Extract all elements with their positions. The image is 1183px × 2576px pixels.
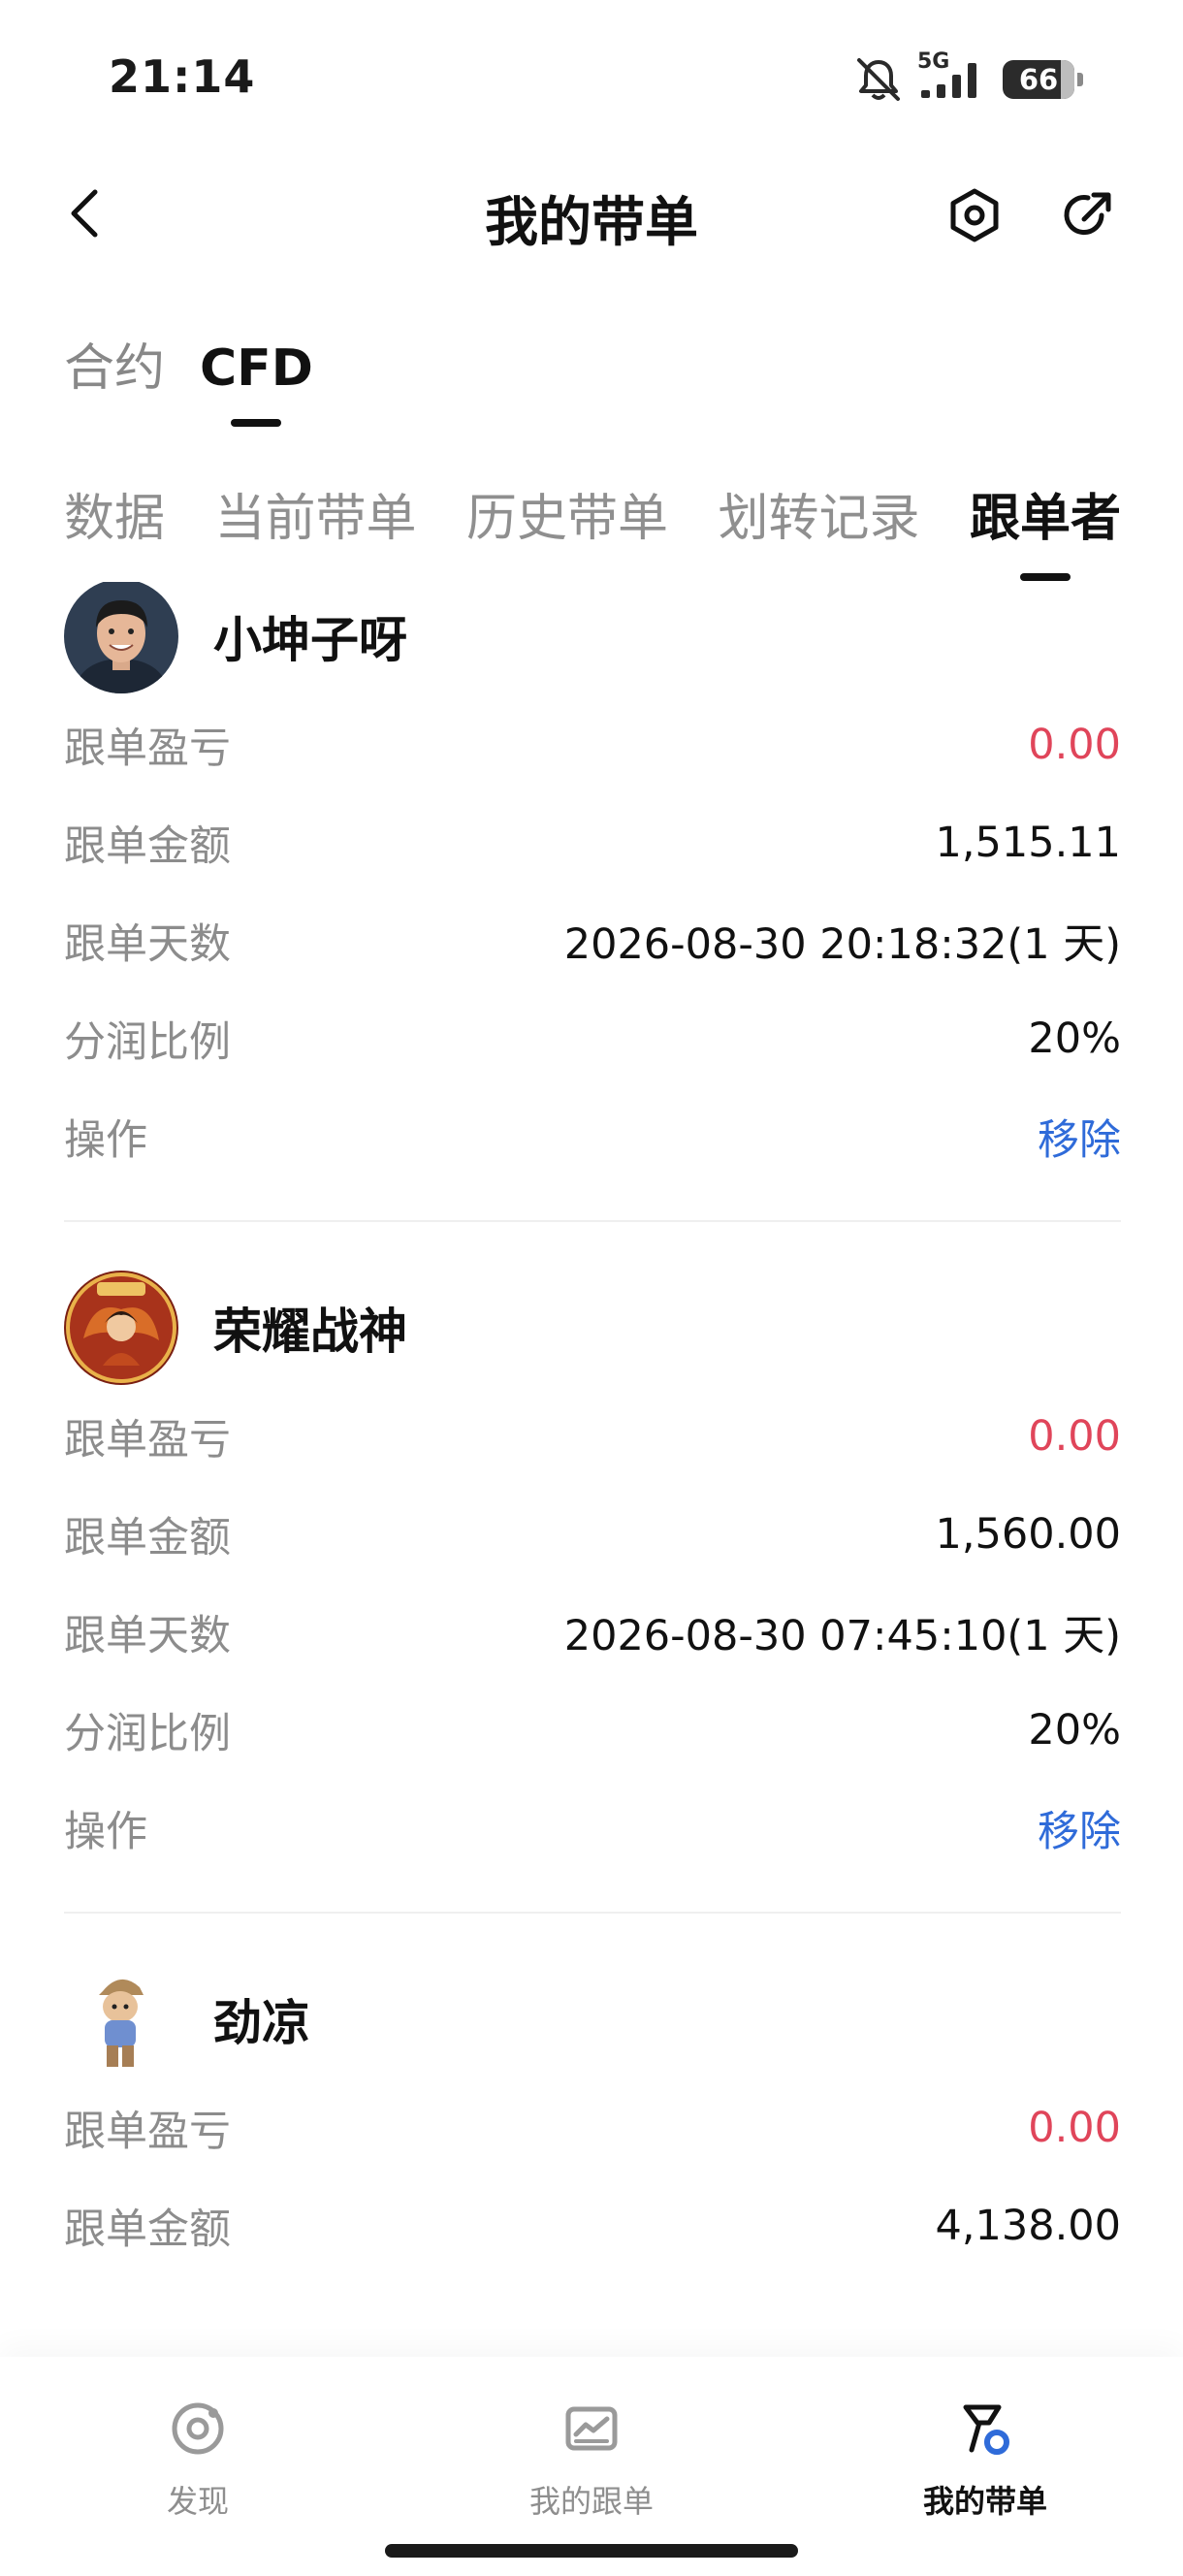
status-icons: 5G 66: [853, 49, 1083, 109]
info-row-action: 操作 移除: [64, 1087, 1121, 1185]
battery-indicator: 66: [1003, 60, 1083, 99]
nav-discover[interactable]: 发现: [81, 2399, 314, 2522]
avatar: [64, 1271, 178, 1385]
tab-data[interactable]: 数据: [64, 480, 165, 587]
follow-amount-value: 4,138.00: [935, 2201, 1121, 2250]
product-tabs: 合约 CFD: [64, 330, 313, 446]
tab-contract[interactable]: 合约: [64, 330, 165, 427]
info-row-pnl: 跟单盈亏 0.00: [64, 1387, 1121, 1485]
info-row-days: 跟单天数 2026-08-30 07:45:10(1 天): [64, 1583, 1121, 1681]
info-row-amount: 跟单金额 1,560.00: [64, 1485, 1121, 1583]
lead-trader-icon: [963, 2404, 1009, 2455]
avatar: [64, 582, 178, 693]
row-label: 跟单金额: [64, 2205, 231, 2254]
follower-list[interactable]: 小坤子呀 跟单盈亏 0.00 跟单金额 1,515.11 跟单天数 2026-0…: [64, 582, 1121, 2357]
battery-level: 66: [1018, 63, 1059, 96]
row-label: 跟单金额: [64, 821, 231, 871]
home-indicator[interactable]: [385, 2544, 798, 2558]
follower-card: 小坤子呀 跟单盈亏 0.00 跟单金额 1,515.11 跟单天数 2026-0…: [64, 582, 1121, 1222]
follow-pnl-value: 0.00: [1028, 720, 1121, 769]
follow-days-value: 2026-08-30 20:18:32(1 天): [563, 919, 1121, 969]
info-row-days: 跟单天数 2026-08-30 20:18:32(1 天): [64, 891, 1121, 989]
follow-amount-value: 1,560.00: [935, 1509, 1121, 1559]
follower-name: 劲凉: [213, 1995, 310, 2051]
info-row-pnl: 跟单盈亏 0.00: [64, 695, 1121, 793]
status-bar: 21:14 5G 66: [0, 0, 1183, 155]
follower-card: 劲凉 跟单盈亏 0.00 跟单金额 4,138.00: [64, 1960, 1121, 2274]
tab-followers[interactable]: 跟单者: [970, 480, 1121, 587]
row-label: 跟单金额: [64, 1513, 231, 1562]
follower-name: 小坤子呀: [213, 612, 407, 668]
follower-header: 劲凉: [64, 1960, 1121, 2078]
share-ratio-value: 20%: [1028, 1014, 1121, 1063]
tab-cfd[interactable]: CFD: [200, 330, 313, 427]
nav-my-copy-trades[interactable]: 我的跟单: [475, 2399, 708, 2522]
follow-days-value: 2026-08-30 07:45:10(1 天): [563, 1611, 1121, 1660]
divider: [64, 1220, 1121, 1222]
nav-my-lead-trades[interactable]: 我的带单: [869, 2399, 1102, 2522]
info-row-amount: 跟单金额 1,515.11: [64, 793, 1121, 891]
info-row-amount: 跟单金额 4,138.00: [64, 2176, 1121, 2274]
remove-button[interactable]: 移除: [1038, 1798, 1121, 1858]
follow-pnl-value: 0.00: [1028, 2103, 1121, 2152]
tab-history-orders[interactable]: 历史带单: [466, 480, 668, 587]
nav-label: 我的跟单: [528, 2483, 654, 2520]
divider: [64, 1912, 1121, 1914]
section-tabs: 数据 当前带单 历史带单 划转记录 跟单者: [64, 480, 1121, 587]
nav-label: 我的带单: [922, 2483, 1047, 2520]
row-label: 跟单盈亏: [64, 724, 231, 773]
battery-empty-part: [1061, 60, 1074, 99]
page-title: 我的带单: [484, 191, 698, 253]
info-row-share-ratio: 分润比例 20%: [64, 989, 1121, 1087]
info-row-pnl: 跟单盈亏 0.00: [64, 2078, 1121, 2176]
tab-transfer-records[interactable]: 划转记录: [718, 480, 919, 587]
follower-header: 荣耀战神: [64, 1269, 1121, 1387]
signal-bars-icon: [921, 63, 976, 98]
info-row-action: 操作 移除: [64, 1779, 1121, 1877]
row-label: 跟单天数: [64, 1611, 231, 1660]
settings-hexagon-icon[interactable]: [945, 186, 1004, 244]
row-label: 操作: [64, 1115, 147, 1165]
share-icon[interactable]: [1059, 186, 1117, 244]
follow-amount-value: 1,515.11: [935, 818, 1121, 867]
follow-pnl-value: 0.00: [1028, 1411, 1121, 1461]
avatar: [64, 1962, 178, 2077]
row-label: 跟单天数: [64, 919, 231, 969]
remove-button[interactable]: 移除: [1038, 1107, 1121, 1167]
signal-indicator: 5G: [917, 49, 989, 104]
row-label: 跟单盈亏: [64, 2107, 231, 2156]
row-label: 跟单盈亏: [64, 1415, 231, 1465]
follower-card: 荣耀战神 跟单盈亏 0.00 跟单金额 1,560.00 跟单天数 2026-0…: [64, 1269, 1121, 1914]
row-label: 操作: [64, 1807, 147, 1856]
follower-header: 小坤子呀: [64, 582, 1121, 695]
chart-icon: [565, 2406, 618, 2451]
nav-header: 我的带单: [0, 165, 1183, 262]
tab-current-orders[interactable]: 当前带单: [214, 480, 416, 587]
info-row-share-ratio: 分润比例 20%: [64, 1681, 1121, 1779]
row-label: 分润比例: [64, 1709, 231, 1758]
discover-icon: [172, 2402, 224, 2455]
row-label: 分润比例: [64, 1017, 231, 1067]
status-time: 21:14: [109, 50, 256, 103]
nav-label: 发现: [166, 2483, 229, 2520]
share-ratio-value: 20%: [1028, 1705, 1121, 1755]
bell-muted-icon: [857, 58, 900, 101]
follower-name: 荣耀战神: [213, 1304, 407, 1360]
